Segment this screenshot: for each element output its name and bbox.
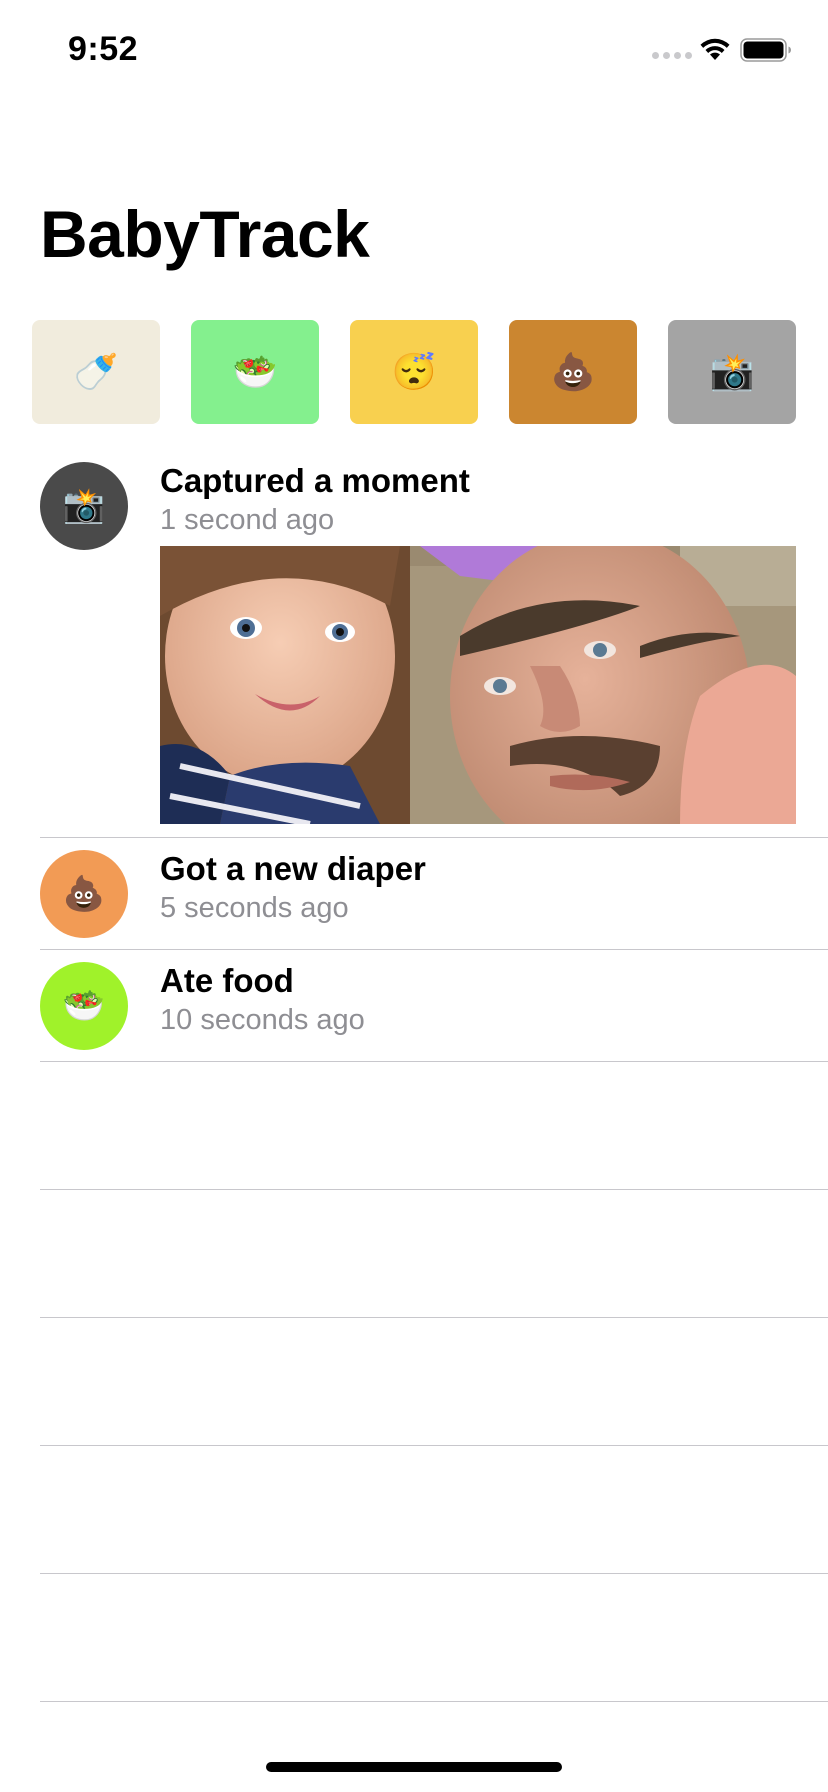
- empty-row: [0, 1446, 828, 1574]
- feed-item-time: 5 seconds ago: [160, 892, 349, 924]
- empty-row: [0, 1574, 828, 1702]
- log-moment-button[interactable]: 📸: [668, 320, 796, 424]
- empty-row: [0, 1190, 828, 1318]
- camera-flash-icon: 📸: [62, 487, 106, 525]
- feed-avatar: 💩: [40, 850, 128, 938]
- feed-item-title: Captured a moment: [160, 462, 470, 499]
- feed-item-food[interactable]: 🥗 Ate food 10 seconds ago: [0, 950, 828, 1062]
- home-indicator[interactable]: [266, 1762, 562, 1772]
- wifi-icon: [700, 38, 730, 60]
- photo-image: [160, 546, 796, 824]
- log-food-button[interactable]: 🥗: [191, 320, 319, 424]
- poop-icon: 💩: [62, 875, 106, 913]
- poop-icon: 💩: [550, 351, 596, 392]
- feed-avatar: 🥗: [40, 962, 128, 1050]
- empty-row: [0, 1318, 828, 1446]
- sleepy-face-icon: 😴: [391, 351, 437, 392]
- activity-feed: 📸 Captured a moment 1 second ago 💩 Got a…: [0, 450, 828, 1702]
- moment-photo[interactable]: [160, 546, 796, 824]
- feed-item-title: Ate food: [160, 962, 294, 999]
- empty-row: [0, 1062, 828, 1190]
- feed-avatar: 📸: [40, 462, 128, 550]
- status-time: 9:52: [68, 30, 139, 68]
- log-diaper-button[interactable]: 💩: [509, 320, 637, 424]
- log-sleep-button[interactable]: 😴: [350, 320, 478, 424]
- battery-icon: [740, 38, 791, 62]
- feed-item-diaper[interactable]: 💩 Got a new diaper 5 seconds ago: [0, 838, 828, 950]
- feed-item-title: Got a new diaper: [160, 850, 426, 887]
- salad-icon: 🥗: [62, 987, 106, 1025]
- empty-rows: [0, 1062, 828, 1702]
- feed-item-time: 10 seconds ago: [160, 1004, 365, 1036]
- row-separator: [40, 1701, 828, 1702]
- baby-bottle-icon: 🍼: [73, 351, 119, 392]
- camera-flash-icon: 📸: [709, 351, 755, 392]
- status-bar: 9:52: [0, 0, 828, 100]
- cellular-signal-icon: [652, 52, 692, 59]
- quick-action-bar: 🍼 🥗 😴 💩 📸: [32, 320, 796, 424]
- page-title: BabyTrack: [40, 197, 370, 271]
- feed-item-moment[interactable]: 📸 Captured a moment 1 second ago: [0, 450, 828, 838]
- salad-icon: 🥗: [232, 351, 278, 392]
- log-bottle-button[interactable]: 🍼: [32, 320, 160, 424]
- feed-item-time: 1 second ago: [160, 504, 335, 536]
